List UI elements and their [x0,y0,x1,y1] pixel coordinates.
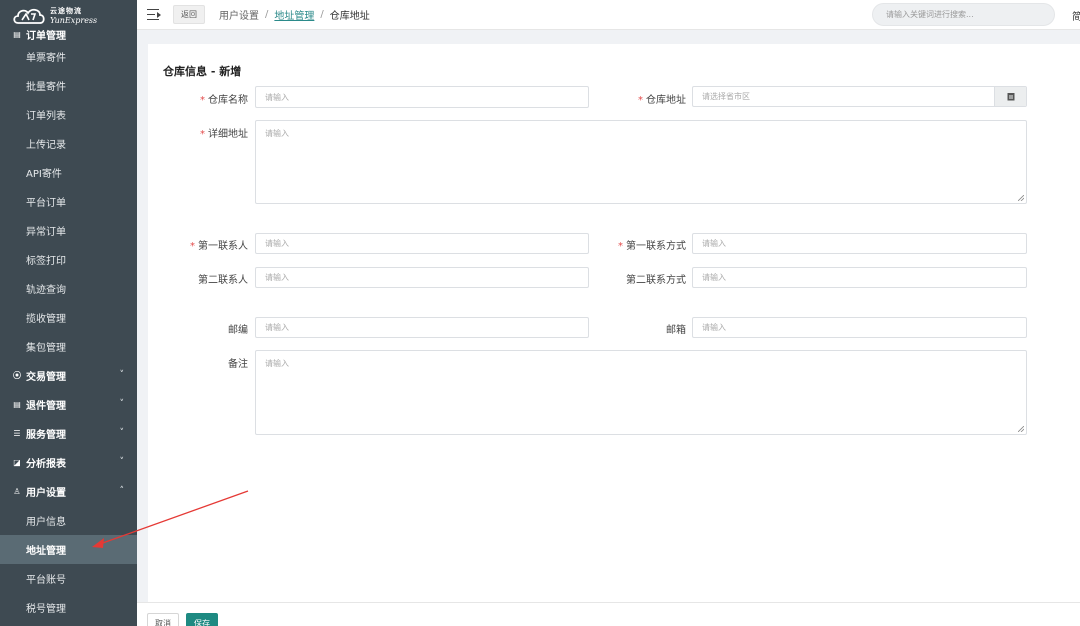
menu-toggle-icon[interactable] [147,8,161,21]
detail-address-textarea[interactable]: 请输入 [255,120,1027,204]
contact1-phone-input[interactable]: 请输入 [692,233,1027,254]
nav-group-label: 退件管理 [26,401,66,412]
nav-group-label: 分析报表 [26,459,66,470]
chevron-up-icon: ˄ [119,486,125,496]
brand-name-cn: 云途物流 [50,7,82,15]
nav-group-label: 订单管理 [26,30,66,42]
breadcrumb-item-warehouse-address: 仓库地址 [329,11,370,22]
nav-group[interactable]: ⦿ 交易管理 ˅ [0,361,137,390]
global-search-input[interactable]: 请输入关键词进行搜索... [872,3,1055,26]
zipcode-input[interactable]: 请输入 [255,317,589,338]
contact1-input[interactable]: 请输入 [255,233,589,254]
back-button[interactable]: 返回 [173,5,205,24]
nav-group-label: 交易管理 [26,372,66,383]
nav-group-label: 服务管理 [26,430,66,441]
form-title: 仓库信息 - 新增 [163,65,242,78]
cancel-button[interactable]: 取消 [147,613,179,626]
sidebar-item[interactable]: 揽收管理 [0,303,137,332]
warehouse-name-label: * 仓库名称 [200,95,248,106]
topbar: 返回 用户设置 / 地址管理 / 仓库地址 请输入关键词进行搜索... 简 [137,0,1080,30]
nav-group-label: 用户设置 [26,488,66,499]
language-switch[interactable]: 简 [1072,8,1080,23]
contact2-input[interactable]: 请输入 [255,267,589,288]
sidebar-item[interactable]: 单票寄件 [0,42,137,71]
sidebar-item[interactable]: 轨迹查询 [0,274,137,303]
email-label: 邮箱 [666,325,686,336]
nav-group[interactable]: ◪ 分析报表 ˅ [0,448,137,477]
email-input[interactable]: 请输入 [692,317,1027,338]
address-select-placeholder: 请选择省市区 [702,92,750,101]
warehouse-address-select[interactable]: 请选择省市区 [692,86,1027,107]
breadcrumb-separator: / [265,9,269,20]
sidebar-item[interactable]: 用户信息 [0,506,137,535]
resize-handle-icon[interactable] [1018,195,1024,201]
resize-handle-icon[interactable] [1018,426,1024,432]
sidebar: 云途物流 YunExpress ▤ 订单管理 单票寄件 批量寄件 订单列表 上传记录 A… [0,0,137,626]
contact1-label: * 第一联系人 [190,241,248,252]
chevron-down-icon: ˅ [119,428,125,438]
sidebar-item[interactable]: 地址管理 [0,535,137,564]
contact2-label: 第二联系人 [198,275,248,286]
sidebar-item[interactable]: 批量寄件 [0,71,137,100]
trade-icon: ⦿ [13,371,21,380]
remark-label: 备注 [228,359,248,370]
form-footer: 取消 保存 [137,602,1080,626]
region-picker-button[interactable] [994,87,1026,106]
sidebar-item[interactable]: 集包管理 [0,332,137,361]
breadcrumb-item-user-settings[interactable]: 用户设置 [219,7,259,22]
warehouse-address-label: * 仓库地址 [638,95,686,106]
form-panel: 仓库信息 - 新增 * 仓库名称 请输入 * 仓库地址 请选择省市区 * 详细地址 请… [148,44,1080,602]
remark-textarea[interactable]: 请输入 [255,350,1027,435]
service-icon: ☰ [13,429,21,438]
sidebar-item[interactable]: 税号管理 [0,593,137,622]
save-button[interactable]: 保存 [186,613,218,626]
user-icon: ♙ [13,487,21,496]
warehouse-name-input[interactable]: 请输入 [255,86,589,108]
detail-address-label: * 详细地址 [200,129,248,140]
nav-group[interactable]: ☰ 服务管理 ˅ [0,419,137,448]
sidebar-item[interactable]: 异常订单 [0,216,137,245]
order-icon: ▤ [13,29,21,39]
chevron-down-icon: ˅ [119,370,125,380]
chevron-down-icon: ˅ [119,399,125,409]
sidebar-item[interactable]: 上传记录 [0,129,137,158]
sidebar-item[interactable]: 平台订单 [0,187,137,216]
breadcrumb: 用户设置 / 地址管理 / 仓库地址 [219,7,370,22]
return-icon: ▤ [13,400,21,409]
nav-group-orders[interactable]: ▤ 订单管理 [0,26,137,42]
sidebar-item[interactable]: 标签打印 [0,245,137,274]
nav-group[interactable]: ♙ 用户设置 ˄ [0,477,137,506]
zipcode-label: 邮编 [228,325,248,336]
report-icon: ◪ [13,458,21,467]
cloud-logo-icon [13,8,45,24]
sidebar-item[interactable]: API寄件 [0,158,137,187]
chevron-down-icon: ˅ [119,457,125,467]
contact2-phone-input[interactable]: 请输入 [692,267,1027,288]
breadcrumb-separator: / [320,9,324,20]
breadcrumb-item-address-management[interactable]: 地址管理 [274,7,314,22]
sidebar-item[interactable]: 订单列表 [0,100,137,129]
sidebar-item[interactable]: 平台账号 [0,564,137,593]
contact2-phone-label: 第二联系方式 [626,275,686,286]
calendar-icon [1007,93,1014,101]
contact1-phone-label: * 第一联系方式 [618,241,686,252]
brand-name-en: YunExpress [50,16,98,25]
detail-address-placeholder: 请输入 [265,129,289,138]
remark-placeholder: 请输入 [265,359,289,368]
nav-group[interactable]: ▤ 退件管理 ˅ [0,390,137,419]
